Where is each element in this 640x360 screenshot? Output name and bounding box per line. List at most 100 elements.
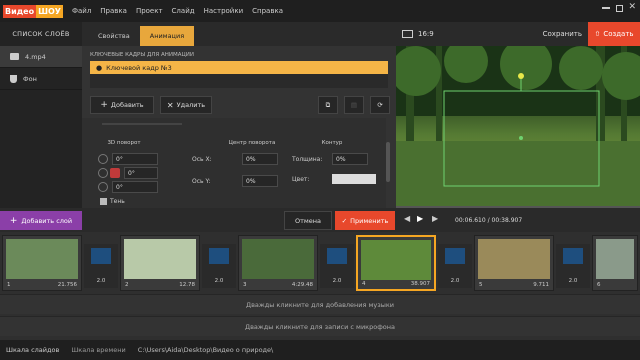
save-button[interactable]: Сохранить bbox=[543, 30, 582, 38]
fill-bucket-icon bbox=[10, 74, 17, 83]
slide-thumbnail bbox=[361, 240, 431, 280]
menu-edit[interactable]: Правка bbox=[100, 7, 127, 15]
slide-thumbnail bbox=[242, 239, 314, 279]
transition-thumbnail bbox=[563, 248, 583, 264]
project-path: C:\Users\Aida\Desktop\Видео о природе\ bbox=[137, 346, 274, 354]
pin-icon: ● bbox=[96, 63, 103, 72]
microphone-track[interactable]: Дважды кликните для записи с микрофона bbox=[0, 316, 640, 336]
forest-scene bbox=[396, 46, 640, 206]
layer-item-background[interactable]: Фон bbox=[0, 68, 82, 90]
transition-item[interactable]: 2.0 bbox=[438, 244, 472, 288]
transition-item[interactable]: 2.0 bbox=[320, 244, 354, 288]
slide-thumbnail bbox=[478, 239, 550, 279]
slide-item[interactable]: 6 bbox=[592, 235, 638, 291]
play-icon[interactable]: ▶ bbox=[417, 214, 423, 223]
refresh-icon[interactable]: ⟳ bbox=[370, 96, 390, 114]
transition-item[interactable]: 2.0 bbox=[84, 244, 118, 288]
status-bar: Шкала слайдов Шкала времени C:\Users\Aid… bbox=[0, 340, 640, 360]
paste-icon[interactable]: ▤ bbox=[344, 96, 364, 114]
menu-bar: Видео ШОУ Файл Правка Проект Слайд Настро… bbox=[0, 0, 640, 22]
transition-thumbnail bbox=[327, 248, 347, 264]
menu-slide[interactable]: Слайд bbox=[172, 7, 195, 15]
copy-icon[interactable]: ⧉ bbox=[318, 96, 338, 114]
preview-panel: 16:9 Сохранить ⇧ Создать bbox=[396, 22, 640, 208]
axis-x-field[interactable]: 0% bbox=[242, 153, 278, 165]
minimize-icon[interactable] bbox=[602, 7, 610, 9]
keyframe-selected[interactable]: ● Ключевой кадр №3 bbox=[90, 61, 388, 74]
transition-item[interactable]: 2.0 bbox=[202, 244, 236, 288]
export-icon: ⇧ bbox=[594, 30, 601, 38]
transition-thumbnail bbox=[209, 248, 229, 264]
menu-file[interactable]: Файл bbox=[72, 7, 91, 15]
layer-item-video[interactable]: 4.mp4 bbox=[0, 46, 82, 68]
shadow-checkbox[interactable] bbox=[100, 198, 107, 205]
cancel-button[interactable]: Отмена bbox=[284, 211, 332, 230]
axis-y-field[interactable]: 0% bbox=[242, 175, 278, 187]
preview-canvas[interactable] bbox=[396, 46, 640, 206]
layers-panel: СПИСОК СЛОЁВ 4.mp4 Фон bbox=[0, 22, 82, 208]
monitor-icon bbox=[402, 30, 413, 38]
tab-time-timeline[interactable]: Шкала времени bbox=[65, 346, 131, 354]
aspect-ratio[interactable]: 16:9 bbox=[418, 30, 434, 38]
add-layer-button[interactable]: + Добавить слой bbox=[0, 211, 82, 230]
slide-thumbnail bbox=[596, 239, 634, 279]
layers-header: СПИСОК СЛОЁВ bbox=[12, 30, 70, 38]
slide-item[interactable]: 1 21.756 bbox=[2, 235, 82, 291]
plus-icon: + bbox=[100, 100, 108, 110]
total-time: 00:38.907 bbox=[491, 217, 523, 224]
plus-icon: + bbox=[9, 215, 18, 226]
section-3d-rotation: 3D поворот bbox=[107, 140, 141, 146]
layer-label: 4.mp4 bbox=[25, 52, 46, 61]
color-swatch[interactable] bbox=[332, 174, 376, 184]
animation-settings-area: 3D поворот Центр поворота Контур 0° 0° 0… bbox=[82, 118, 386, 208]
close-icon[interactable]: ✕ bbox=[628, 2, 636, 12]
tab-animation[interactable]: Анимация bbox=[139, 26, 195, 46]
transition-item[interactable]: 2.0 bbox=[556, 244, 590, 288]
layer-label: Фон bbox=[23, 74, 37, 83]
slide-item[interactable]: 2 12.78 bbox=[120, 235, 200, 291]
record-icon bbox=[110, 168, 120, 178]
music-track[interactable]: Дважды кликните для добавления музыки bbox=[0, 294, 640, 314]
tab-properties[interactable]: Свойства bbox=[88, 26, 140, 46]
check-icon: ✓ bbox=[341, 216, 348, 225]
slide-item[interactable]: 3 4:29.48 bbox=[238, 235, 318, 291]
rotate-x-field[interactable]: 0° bbox=[112, 153, 158, 165]
section-rotation-center: Центр поворота bbox=[228, 140, 276, 146]
rotate-y-field[interactable]: 0° bbox=[124, 167, 158, 179]
thickness-field[interactable]: 0% bbox=[332, 153, 368, 165]
axis-y-label: Ось Y: bbox=[192, 178, 211, 185]
film-icon bbox=[10, 53, 19, 60]
keyframe-track[interactable] bbox=[90, 74, 388, 88]
apply-button[interactable]: ✓ Применить bbox=[335, 211, 395, 230]
shadow-label: Тень bbox=[110, 198, 125, 205]
thickness-label: Толщина: bbox=[292, 156, 323, 163]
delete-keyframe-button[interactable]: ✕ Удалить bbox=[160, 96, 212, 114]
current-time: 00:06.610 bbox=[455, 217, 486, 224]
keyframes-header: КЛЮЧЕВЫЕ КАДРЫ ДЛЯ АНИМАЦИИ bbox=[90, 52, 194, 58]
transition-thumbnail bbox=[445, 248, 465, 264]
tab-bar: Свойства Анимация bbox=[82, 22, 396, 46]
close-icon: ✕ bbox=[166, 100, 174, 110]
slide-thumbnail bbox=[6, 239, 78, 279]
slide-item[interactable]: 5 9.711 bbox=[474, 235, 554, 291]
color-label: Цвет: bbox=[292, 176, 310, 183]
slide-item-selected[interactable]: 4 38.907 bbox=[356, 235, 436, 291]
slide-thumbnail bbox=[124, 239, 196, 279]
menu-help[interactable]: Справка bbox=[252, 7, 283, 15]
menu-settings[interactable]: Настройки bbox=[204, 7, 244, 15]
tab-slides-timeline[interactable]: Шкала слайдов bbox=[0, 346, 65, 354]
next-frame-icon[interactable]: ▶ bbox=[432, 214, 438, 223]
create-button[interactable]: ⇧ Создать bbox=[588, 22, 640, 46]
keyframe-label: Ключевой кадр №3 bbox=[106, 63, 172, 72]
rotate-x-icon bbox=[98, 154, 108, 164]
transition-thumbnail bbox=[91, 248, 111, 264]
maximize-icon[interactable] bbox=[616, 5, 623, 12]
rotate-z-field[interactable]: 0° bbox=[112, 181, 158, 193]
menu-project[interactable]: Проект bbox=[136, 7, 163, 15]
app-logo: Видео ШОУ bbox=[3, 4, 63, 18]
properties-scrollbar[interactable] bbox=[386, 142, 390, 182]
prev-frame-icon[interactable]: ◀ bbox=[404, 214, 410, 223]
add-keyframe-button[interactable]: + Добавить bbox=[90, 96, 154, 114]
section-contour: Контур bbox=[321, 140, 343, 146]
rotate-y-icon bbox=[98, 168, 108, 178]
